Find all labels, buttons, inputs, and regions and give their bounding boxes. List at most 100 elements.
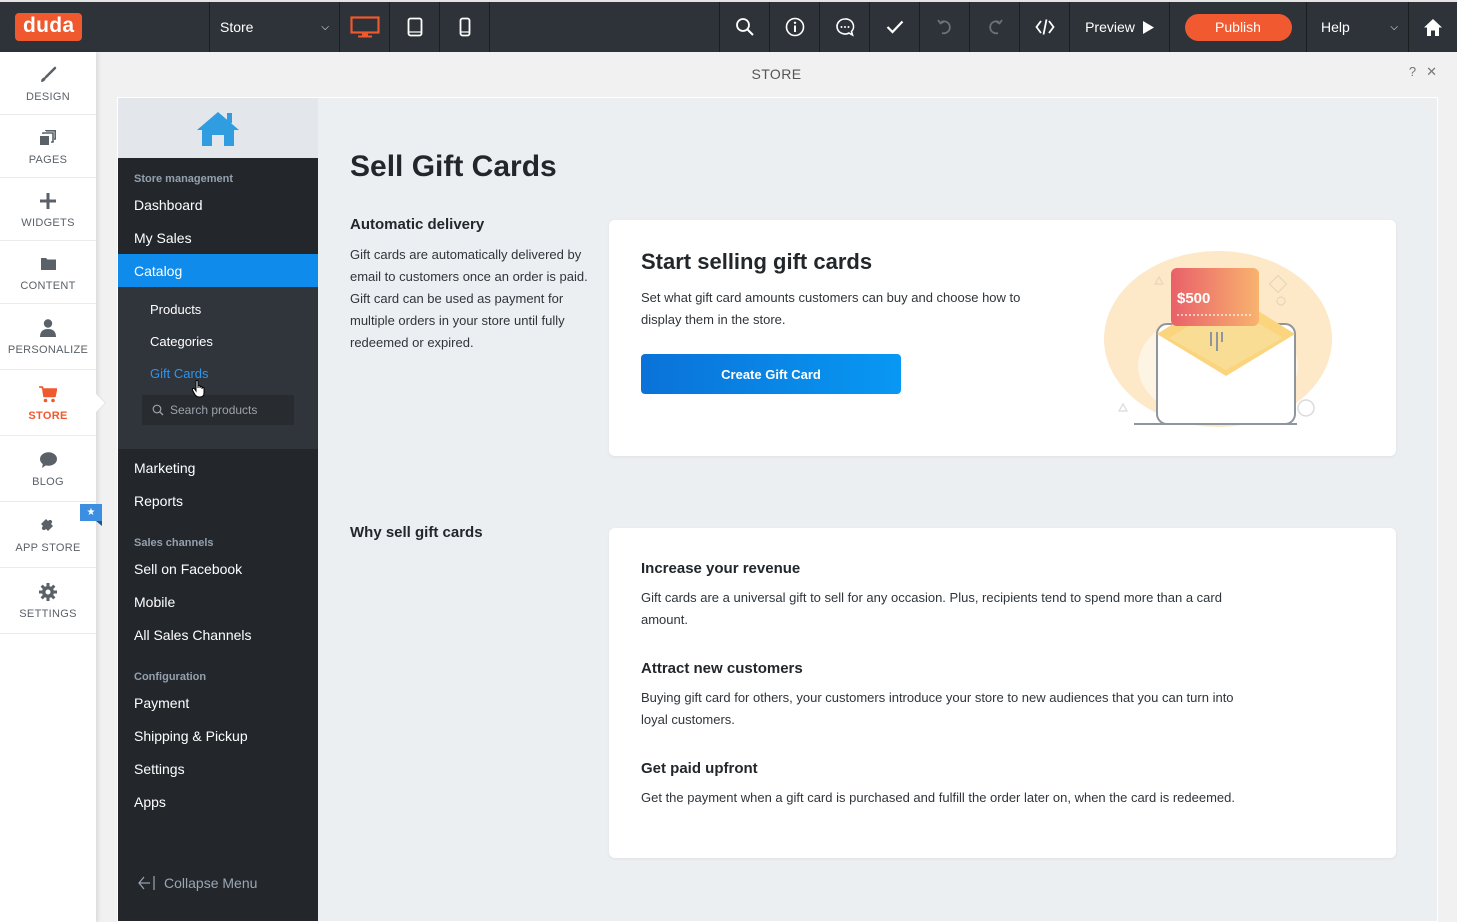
menu-shipping-pickup[interactable]: Shipping & Pickup — [118, 719, 318, 752]
menu-payment[interactable]: Payment — [118, 686, 318, 719]
duda-logo[interactable]: duda — [15, 13, 83, 41]
cart-icon — [39, 383, 57, 405]
brush-icon — [39, 64, 57, 86]
info-icon — [785, 17, 804, 37]
mobile-view-button[interactable] — [440, 2, 490, 52]
rail-label: WIDGETS — [21, 216, 75, 229]
create-gift-card-button[interactable]: Create Gift Card — [641, 354, 901, 394]
collapse-arrow-icon — [138, 876, 155, 890]
active-pointer — [96, 393, 105, 412]
tablet-view-button[interactable] — [390, 2, 440, 52]
plus-icon — [40, 190, 56, 212]
rail-label: BLOG — [32, 476, 64, 488]
start-selling-title: Start selling gift cards — [641, 249, 873, 274]
menu-marketing[interactable]: Marketing — [118, 451, 318, 484]
person-icon — [40, 317, 56, 339]
rail-label: STORE — [28, 410, 68, 422]
help-label: Help — [1321, 19, 1350, 35]
benefits-card: Increase your revenue Gift cards are a u… — [609, 528, 1396, 858]
comments-button[interactable] — [820, 2, 870, 52]
panel-controls: ? ✕ — [1409, 64, 1437, 80]
play-icon — [1142, 20, 1154, 34]
info-button[interactable] — [770, 2, 820, 52]
benefit-title: Increase your revenue — [641, 560, 801, 577]
redo-icon — [988, 19, 1003, 35]
auto-delivery-title: Automatic delivery — [350, 216, 485, 233]
menu-apps[interactable]: Apps — [118, 785, 318, 818]
rail-item-widgets[interactable]: WIDGETS — [0, 178, 96, 241]
page-selector-value: Store — [220, 19, 254, 35]
home-button[interactable] — [1409, 2, 1457, 52]
publish-area: Publish — [1170, 2, 1307, 52]
check-icon — [886, 20, 903, 34]
code-icon — [1034, 19, 1055, 35]
auto-delivery-text: Gift cards are automatically delivered b… — [350, 247, 588, 350]
rail-item-blog[interactable]: BLOG — [0, 436, 96, 502]
left-rail: DESIGN PAGES WIDGETS CONTENT PERSONALIZE… — [0, 52, 105, 922]
store-frame: Store management Dashboard My Sales Cata… — [117, 97, 1438, 922]
benefit-title: Attract new customers — [641, 660, 803, 677]
page-selector[interactable]: Store ⌵ — [210, 2, 340, 52]
menu-gift-cards[interactable]: Gift Cards — [118, 357, 318, 389]
redo-button[interactable] — [970, 2, 1020, 52]
folder-icon — [40, 253, 56, 275]
desktop-icon — [349, 16, 380, 38]
help-icon[interactable]: ? — [1409, 64, 1416, 80]
code-button[interactable] — [1020, 2, 1070, 52]
menu-all-sales-channels[interactable]: All Sales Channels — [118, 618, 318, 651]
menu-settings[interactable]: Settings — [118, 752, 318, 785]
menu-products[interactable]: Products — [118, 293, 318, 325]
rail-label: PAGES — [28, 153, 68, 166]
store-home[interactable] — [118, 98, 318, 158]
menu-my-sales[interactable]: My Sales — [118, 221, 318, 254]
undo-button[interactable] — [920, 2, 970, 52]
home-icon — [1424, 18, 1442, 36]
rail-item-personalize[interactable]: PERSONALIZE — [0, 304, 96, 370]
pages-icon — [40, 127, 56, 149]
preview-button[interactable]: Preview — [1070, 2, 1170, 52]
rail-label: CONTENT — [20, 279, 76, 292]
close-icon[interactable]: ✕ — [1426, 64, 1437, 80]
search-button[interactable] — [720, 2, 770, 52]
benefit-text: Gift cards are a universal gift to sell … — [641, 590, 1222, 627]
benefit-title: Get paid upfront — [641, 760, 758, 777]
menu-reports[interactable]: Reports — [118, 484, 318, 517]
group-store-management: Store management — [134, 173, 234, 185]
undo-icon — [936, 19, 951, 35]
star-badge-icon: ★ — [80, 504, 102, 526]
menu-catalog[interactable]: Catalog — [118, 254, 318, 287]
hand-cursor-icon — [192, 380, 205, 398]
group-sales-channels: Sales channels — [134, 537, 214, 549]
publish-button[interactable]: Publish — [1184, 13, 1292, 41]
rail-item-design[interactable]: DESIGN — [0, 52, 96, 115]
rail-item-store[interactable]: STORE — [0, 370, 105, 436]
chevron-down-icon: ⌵ — [1390, 21, 1398, 33]
search-icon — [735, 18, 754, 36]
search-products-input[interactable] — [170, 403, 280, 417]
collapse-menu-label: Collapse Menu — [164, 875, 258, 891]
search-icon — [152, 404, 164, 416]
menu-categories[interactable]: Categories — [118, 325, 318, 357]
desktop-view-button[interactable] — [340, 2, 390, 52]
benefit-item: Attract new customers Buying gift card f… — [641, 660, 1251, 731]
comment-icon — [835, 18, 854, 37]
menu-dashboard[interactable]: Dashboard — [118, 188, 318, 221]
chevron-down-icon: ⌵ — [321, 21, 329, 33]
check-button[interactable] — [870, 2, 920, 52]
menu-sell-on-facebook[interactable]: Sell on Facebook — [118, 552, 318, 585]
toolbar-spacer — [490, 2, 720, 52]
collapse-menu-button[interactable]: Collapse Menu — [138, 875, 257, 891]
rail-item-content[interactable]: CONTENT — [0, 241, 96, 304]
gear-icon — [39, 581, 57, 603]
gift-card-illustration: $500 — [1104, 251, 1332, 427]
catalog-submenu: Products Categories Gift Cards — [118, 287, 318, 449]
page-title: Sell Gift Cards — [350, 150, 557, 183]
help-menu[interactable]: Help ⌵ — [1307, 2, 1409, 52]
rail-item-settings[interactable]: SETTINGS — [0, 568, 96, 634]
benefit-text: Get the payment when a gift card is purc… — [641, 790, 1236, 805]
rail-item-pages[interactable]: PAGES — [0, 115, 96, 178]
rail-item-app-store[interactable]: APP STORE ★ — [0, 502, 102, 568]
speech-bubble-icon — [39, 449, 57, 471]
menu-mobile[interactable]: Mobile — [118, 585, 318, 618]
why-sell-title: Why sell gift cards — [350, 524, 483, 541]
